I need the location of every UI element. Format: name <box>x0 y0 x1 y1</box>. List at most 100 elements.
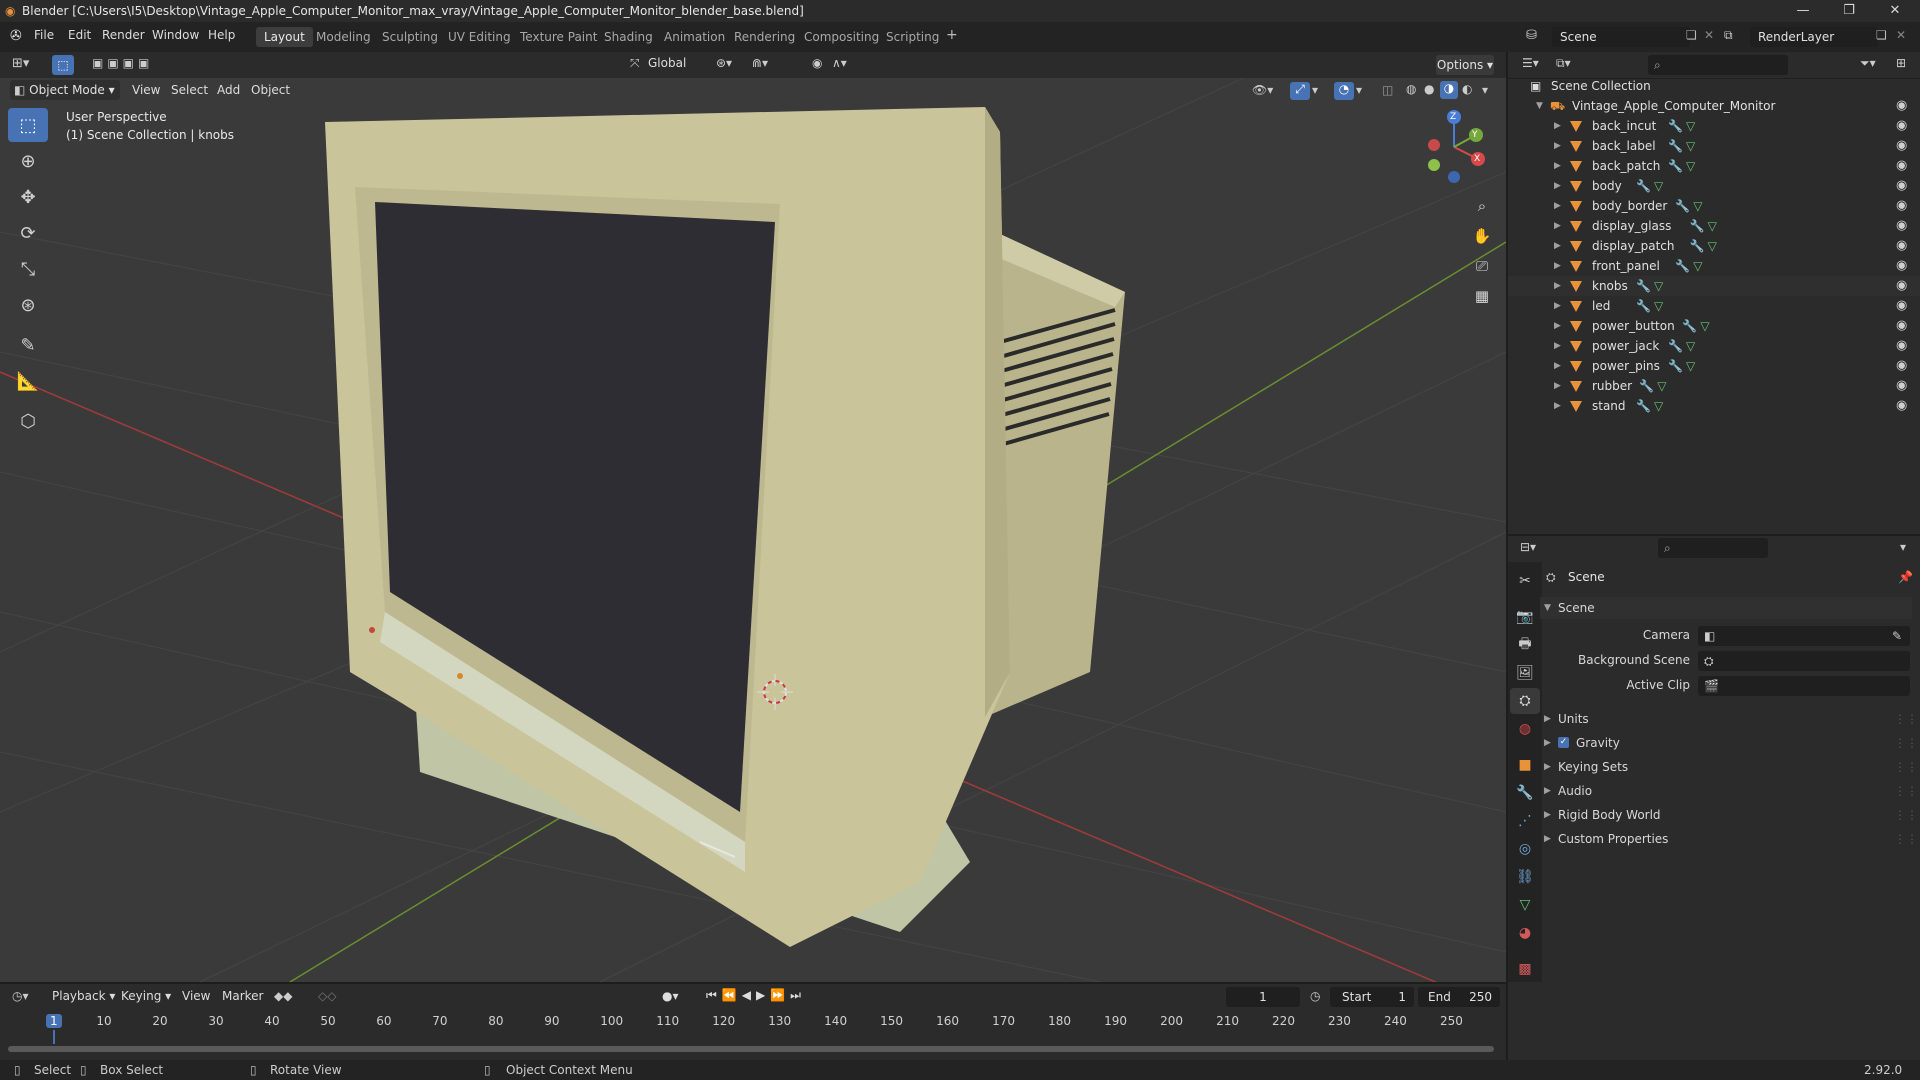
outliner-item-power-button[interactable]: ▶ power_button 🔧 ▽ ◉ <box>1508 316 1920 336</box>
expand-triangle-icon[interactable]: ▶ <box>1554 356 1561 376</box>
modifier-wrench-icon[interactable]: 🔧 <box>1690 236 1705 256</box>
timeline-editor-icon[interactable]: ◷▾ <box>12 989 29 1003</box>
outliner-search-input[interactable]: ⌕ <box>1648 55 1788 75</box>
end-frame-field[interactable]: End 250 <box>1418 987 1500 1007</box>
subpanel-audio[interactable]: ▶ Audio ⋮⋮ <box>1540 780 1918 802</box>
mesh-data-icon[interactable]: ▽ <box>1657 376 1666 396</box>
mesh-data-icon[interactable]: ▽ <box>1708 236 1717 256</box>
tab-output-icon[interactable]: 🖶 <box>1510 632 1540 658</box>
outliner-item-led[interactable]: ▶ led 🔧 ▽ ◉ <box>1508 296 1920 316</box>
mode-dropdown[interactable]: ◧ Object Mode ▾ <box>10 80 120 100</box>
rendered-shading-icon[interactable]: ◐ <box>1462 82 1472 96</box>
select-mode-icon[interactable]: ⬚ <box>52 55 74 75</box>
subpanel-rigid-body-world[interactable]: ▶ Rigid Body World ⋮⋮ <box>1540 804 1918 826</box>
mesh-data-icon[interactable]: ▽ <box>1700 316 1709 336</box>
gravity-checkbox[interactable]: ✓ <box>1558 737 1569 748</box>
properties-search-input[interactable]: ⌕ <box>1658 538 1768 558</box>
visibility-eye-icon[interactable]: ◉ <box>1896 296 1907 316</box>
mesh-data-icon[interactable]: ▽ <box>1654 396 1663 416</box>
gizmo-toggle-icon[interactable]: ⤢ <box>1290 82 1310 100</box>
expand-triangle-icon[interactable]: ▶ <box>1554 276 1561 296</box>
active-clip-field[interactable]: 🎬 <box>1698 676 1910 696</box>
outliner-item-rubber[interactable]: ▶ rubber 🔧 ▽ ◉ <box>1508 376 1920 396</box>
gizmo-dropdown-icon[interactable]: ▾ <box>1312 83 1318 97</box>
expand-triangle-icon[interactable]: ▶ <box>1554 256 1561 276</box>
select-box-tool[interactable]: ⬚ <box>8 108 48 142</box>
cursor-tool[interactable]: ⊕ <box>8 144 48 178</box>
close-button[interactable]: ✕ <box>1872 0 1918 22</box>
keyframe-insert-icon[interactable]: ◇◇ <box>318 989 336 1003</box>
outliner-item-power-jack[interactable]: ▶ power_jack 🔧 ▽ ◉ <box>1508 336 1920 356</box>
camera-view-icon[interactable]: ⎚ <box>1468 252 1496 280</box>
grid-toggle-icon[interactable]: ▦ <box>1468 282 1496 310</box>
expand-triangle-icon[interactable]: ▶ <box>1554 396 1561 416</box>
outliner-item-body[interactable]: ▶ body 🔧 ▽ ◉ <box>1508 176 1920 196</box>
modifier-wrench-icon[interactable]: 🔧 <box>1675 256 1690 276</box>
visibility-eye-icon[interactable]: ◉ <box>1896 276 1907 296</box>
mesh-data-icon[interactable]: ▽ <box>1654 176 1663 196</box>
modifier-wrench-icon[interactable]: 🔧 <box>1690 216 1705 236</box>
tab-constraints-icon[interactable]: ⛓ <box>1510 864 1540 890</box>
keyframe-icon[interactable]: ◆◆ <box>274 989 292 1003</box>
outliner-editor-icon[interactable]: ☰▾ <box>1522 56 1539 70</box>
visibility-eye-icon[interactable]: ◉ <box>1896 216 1907 236</box>
options-dropdown[interactable]: Options ▾ <box>1436 55 1494 75</box>
scene-panel-header[interactable]: ▼ Scene <box>1540 597 1912 619</box>
tab-particles-icon[interactable]: ⋰ <box>1510 808 1540 834</box>
mesh-data-icon[interactable]: ▽ <box>1693 196 1702 216</box>
transform-tool[interactable]: ⊛ <box>8 288 48 322</box>
mesh-data-icon[interactable]: ▽ <box>1708 216 1717 236</box>
visibility-eye-icon[interactable]: ◉ <box>1896 236 1907 256</box>
filter-icon[interactable]: ⏷▾ <box>1860 56 1876 71</box>
new-collection-icon[interactable]: ⊞ <box>1896 56 1906 70</box>
expand-triangle-icon[interactable]: ▶ <box>1554 296 1561 316</box>
falloff-icon[interactable]: ∧▾ <box>832 56 847 70</box>
drag-handle-icon[interactable]: ⋮⋮ <box>1894 756 1918 778</box>
delete-scene-icon[interactable]: ✕ <box>1704 28 1714 42</box>
eyedropper-icon[interactable]: ✎ <box>1892 626 1902 646</box>
overlay-dropdown-icon[interactable]: ▾ <box>1356 83 1362 97</box>
drag-handle-icon[interactable]: ⋮⋮ <box>1894 708 1918 730</box>
mesh-data-icon[interactable]: ▽ <box>1693 256 1702 276</box>
expand-triangle-icon[interactable]: ▶ <box>1554 376 1561 396</box>
menu-edit[interactable]: Edit <box>68 28 91 42</box>
pan-hand-icon[interactable]: ✋ <box>1468 222 1496 250</box>
timeline-scrollbar[interactable] <box>8 1046 1494 1052</box>
transform-orientation-dropdown[interactable]: Global <box>648 56 686 70</box>
expand-triangle-icon[interactable]: ▼ <box>1536 96 1543 116</box>
tab-physics-icon[interactable]: ◎ <box>1510 836 1540 862</box>
add-cube-tool[interactable]: ⬡ <box>8 404 48 438</box>
menu-keying[interactable]: Keying ▾ <box>121 989 171 1003</box>
menu-playback[interactable]: Playback ▾ <box>52 989 115 1003</box>
delete-view-layer-icon[interactable]: ✕ <box>1896 28 1906 42</box>
outliner-item-front-panel[interactable]: ▶ front_panel 🔧 ▽ ◉ <box>1508 256 1920 276</box>
menu-marker[interactable]: Marker <box>222 989 263 1003</box>
modifier-wrench-icon[interactable]: 🔧 <box>1668 116 1683 136</box>
outliner-item-display-patch[interactable]: ▶ display_patch 🔧 ▽ ◉ <box>1508 236 1920 256</box>
outliner-item-power-pins[interactable]: ▶ power_pins 🔧 ▽ ◉ <box>1508 356 1920 376</box>
modifier-wrench-icon[interactable]: 🔧 <box>1675 196 1690 216</box>
expand-triangle-icon[interactable]: ▶ <box>1554 336 1561 356</box>
expand-triangle-icon[interactable]: ▶ <box>1554 176 1561 196</box>
tab-shading[interactable]: Shading <box>596 27 661 47</box>
visibility-eye-icon[interactable]: ◉ <box>1896 256 1907 276</box>
solid-shading-icon[interactable]: ● <box>1424 82 1434 96</box>
shading-dropdown-icon[interactable]: ▾ <box>1482 83 1488 97</box>
tab-object-icon[interactable]: ■ <box>1510 752 1540 778</box>
outliner-item-back-patch[interactable]: ▶ back_patch 🔧 ▽ ◉ <box>1508 156 1920 176</box>
subpanel-units[interactable]: ▶ Units ⋮⋮ <box>1540 708 1918 730</box>
tab-layout[interactable]: Layout <box>256 27 313 47</box>
visibility-eye-icon[interactable]: ◉ <box>1896 136 1907 156</box>
snap-magnet-icon[interactable]: ⋒▾ <box>752 56 768 70</box>
tab-scene-icon[interactable]: ⛭ <box>1510 688 1540 714</box>
camera-field[interactable]: ◧ ✎ <box>1698 626 1910 646</box>
rotate-tool[interactable]: ⟳ <box>8 216 48 250</box>
tab-world-icon[interactable]: ◍ <box>1510 716 1540 742</box>
outliner-item-back-label[interactable]: ▶ back_label 🔧 ▽ ◉ <box>1508 136 1920 156</box>
properties-editor-icon[interactable]: ⊟▾ <box>1520 540 1536 554</box>
expand-triangle-icon[interactable]: ▶ <box>1554 236 1561 256</box>
tab-modifier-wrench-icon[interactable]: 🔧 <box>1510 780 1540 806</box>
visibility-eye-icon[interactable]: ◉ <box>1896 336 1907 356</box>
outliner-item-display-glass[interactable]: ▶ display_glass 🔧 ▽ ◉ <box>1508 216 1920 236</box>
menu-file[interactable]: File <box>34 28 54 42</box>
